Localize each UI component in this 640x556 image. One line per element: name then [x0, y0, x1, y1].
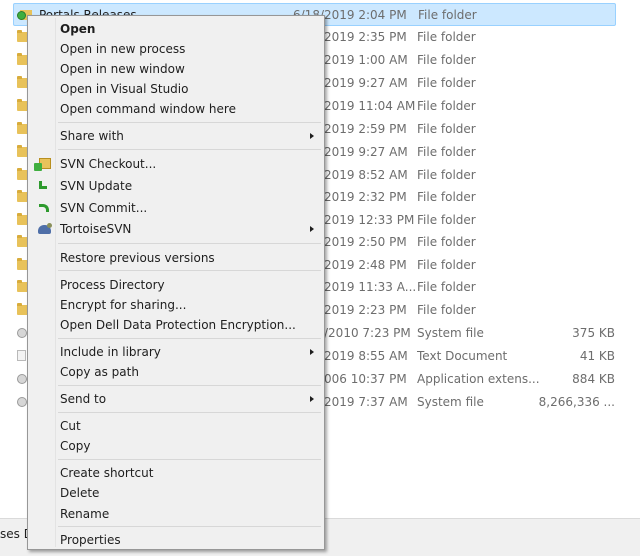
menu-item-label: Process Directory — [60, 278, 165, 292]
menu-item-label: Send to — [60, 392, 107, 406]
menu-separator — [58, 122, 321, 123]
menu-item-delete[interactable]: Delete — [30, 483, 322, 503]
menu-item-label: Open in new window — [60, 62, 185, 76]
submenu-arrow-icon — [310, 396, 314, 402]
menu-separator — [58, 526, 321, 527]
menu-item-label: Open Dell Data Protection Encryption... — [60, 318, 296, 332]
menu-item-label: Share with — [60, 129, 124, 143]
file-type: File folder — [417, 145, 476, 159]
svn-commit-icon — [36, 200, 52, 216]
file-type: File folder — [417, 303, 476, 317]
menu-item-svn-commit[interactable]: SVN Commit... — [30, 198, 322, 218]
file-size: 8,266,336 ... — [538, 395, 615, 409]
context-menu: Open Open in new process Open in new win… — [27, 15, 325, 550]
file-type: File folder — [417, 30, 476, 44]
menu-item-open-new-process[interactable]: Open in new process — [30, 39, 322, 59]
menu-item-include-in-library[interactable]: Include in library — [30, 342, 322, 362]
menu-item-label: Rename — [60, 507, 110, 521]
menu-item-properties[interactable]: Properties — [30, 530, 322, 550]
menu-item-label: Open in Visual Studio — [60, 82, 189, 96]
menu-item-open[interactable]: Open — [30, 19, 322, 39]
svn-checkout-icon — [34, 158, 51, 171]
menu-item-cut[interactable]: Cut — [30, 416, 322, 436]
menu-item-label: Open — [60, 22, 96, 36]
menu-item-send-to[interactable]: Send to — [30, 389, 322, 409]
menu-item-svn-update[interactable]: SVN Update — [30, 176, 322, 196]
file-size: 884 KB — [572, 372, 615, 386]
menu-item-label: Open command window here — [60, 102, 236, 116]
menu-item-encrypt-sharing[interactable]: Encrypt for sharing... — [30, 295, 322, 315]
menu-item-label: Copy as path — [60, 365, 139, 379]
menu-item-label: SVN Update — [60, 179, 133, 193]
menu-item-open-visual-studio[interactable]: Open in Visual Studio — [30, 79, 322, 99]
file-type: File folder — [418, 8, 477, 22]
file-type: File folder — [417, 280, 476, 294]
menu-item-label: Include in library — [60, 345, 161, 359]
menu-item-tortoisesvn[interactable]: TortoiseSVN — [30, 219, 322, 239]
menu-item-label: Cut — [60, 419, 81, 433]
gear-file-icon — [17, 397, 27, 407]
menu-item-share-with[interactable]: Share with — [30, 126, 322, 146]
menu-separator — [58, 270, 321, 271]
menu-item-copy[interactable]: Copy — [30, 436, 322, 456]
file-type: File folder — [417, 258, 476, 272]
menu-item-process-directory[interactable]: Process Directory — [30, 275, 322, 295]
menu-item-svn-checkout[interactable]: SVN Checkout... — [30, 154, 322, 174]
tortoisesvn-icon — [36, 221, 52, 237]
gear-file-icon — [17, 328, 27, 338]
menu-item-copy-as-path[interactable]: Copy as path — [30, 362, 322, 382]
menu-item-open-dell-encryption[interactable]: Open Dell Data Protection Encryption... — [30, 315, 322, 335]
menu-separator — [58, 338, 321, 339]
menu-item-label: Open in new process — [60, 42, 186, 56]
text-file-icon — [17, 350, 26, 361]
file-size: 375 KB — [572, 326, 615, 340]
file-type: File folder — [417, 235, 476, 249]
menu-separator — [58, 412, 321, 413]
menu-item-rename[interactable]: Rename — [30, 504, 322, 524]
menu-item-label: Restore previous versions — [60, 251, 215, 265]
menu-separator — [58, 149, 321, 150]
gear-file-icon — [17, 374, 27, 384]
menu-item-label: SVN Checkout... — [60, 157, 157, 171]
menu-separator — [58, 459, 321, 460]
menu-item-label: TortoiseSVN — [60, 222, 132, 236]
file-size: 41 KB — [579, 349, 615, 363]
menu-item-label: SVN Commit... — [60, 201, 148, 215]
file-type: File folder — [417, 99, 476, 113]
menu-item-label: Delete — [60, 486, 100, 500]
menu-item-restore-previous-versions[interactable]: Restore previous versions — [30, 248, 322, 268]
file-type: File folder — [417, 76, 476, 90]
menu-separator — [58, 385, 321, 386]
file-type: File folder — [417, 168, 476, 182]
submenu-arrow-icon — [310, 349, 314, 355]
file-type: File folder — [417, 53, 476, 67]
menu-item-label: Copy — [60, 439, 91, 453]
menu-item-label: Encrypt for sharing... — [60, 298, 187, 312]
menu-separator — [58, 243, 321, 244]
submenu-arrow-icon — [310, 133, 314, 139]
menu-item-create-shortcut[interactable]: Create shortcut — [30, 463, 322, 483]
svn-update-icon — [36, 178, 52, 194]
menu-item-label: Properties — [60, 533, 121, 547]
file-type: File folder — [417, 122, 476, 136]
menu-item-label: Create shortcut — [60, 466, 154, 480]
menu-item-open-new-window[interactable]: Open in new window — [30, 59, 322, 79]
menu-item-open-command-window[interactable]: Open command window here — [30, 99, 322, 119]
submenu-arrow-icon — [310, 226, 314, 232]
file-type: File folder — [417, 190, 476, 204]
file-type: File folder — [417, 213, 476, 227]
